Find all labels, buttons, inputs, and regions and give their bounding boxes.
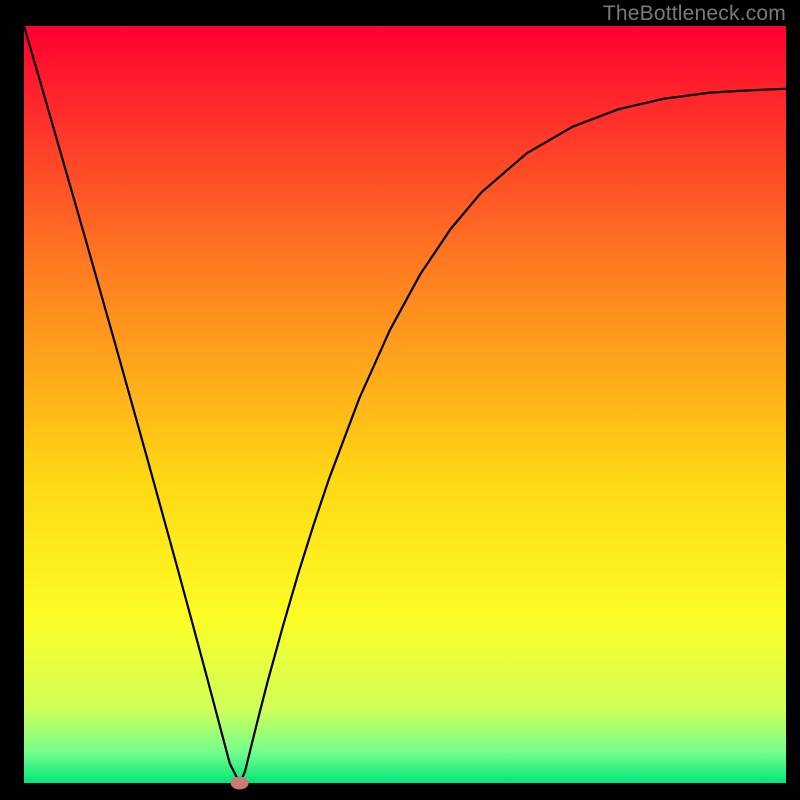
watermark-text: TheBottleneck.com: [603, 2, 786, 26]
chart-container: TheBottleneck.com: [0, 0, 800, 800]
optimum-marker: [231, 777, 249, 790]
bottleneck-chart: [0, 0, 800, 800]
chart-plot-area: [24, 26, 786, 783]
